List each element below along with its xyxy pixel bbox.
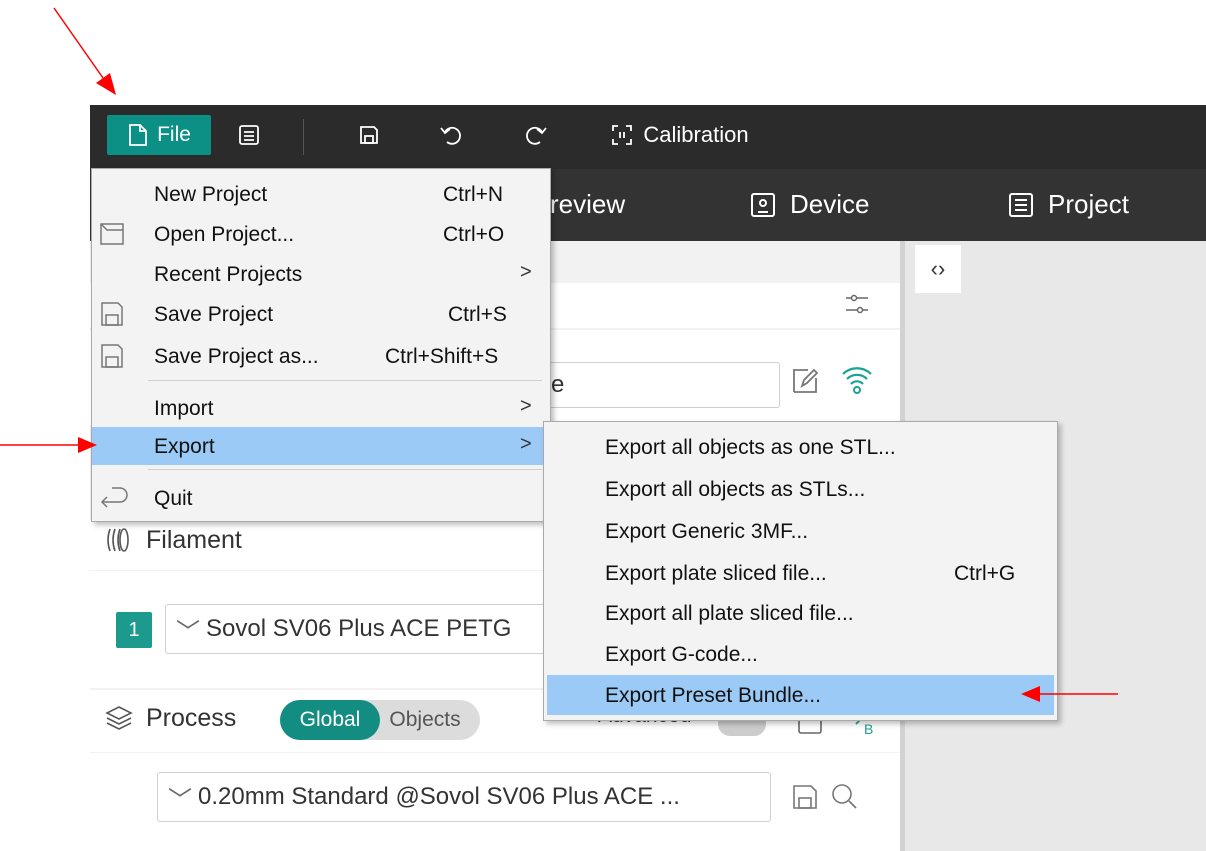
calibration-label: Calibration (643, 122, 749, 147)
filament-slot-badge[interactable]: 1 (116, 612, 152, 648)
folder-icon (100, 223, 124, 245)
quit-icon (100, 487, 128, 508)
menu-item-quit[interactable]: Quit (92, 479, 550, 517)
menu-item-label: Export all objects as one STL... (605, 436, 896, 459)
list-icon (239, 125, 259, 145)
menu-item-save-project-as[interactable]: Save Project as... Ctrl+Shift+S (92, 337, 550, 375)
menu-item-label: Export Generic 3MF... (605, 520, 809, 543)
menu-item-export-gcode[interactable]: Export G-code... (544, 635, 1057, 673)
toolbar-divider (303, 119, 304, 155)
menu-item-import[interactable]: Import > (92, 389, 550, 427)
submenu-arrow-icon: > (520, 261, 532, 283)
menu-item-recent-projects[interactable]: Recent Projects > (92, 255, 550, 293)
printer-preset-text: e (551, 371, 565, 398)
menu-divider (148, 380, 542, 381)
menu-item-open-project[interactable]: Open Project... Ctrl+O (92, 215, 550, 253)
toggle-global-option[interactable]: Global (280, 700, 380, 740)
tab-device[interactable]: Device (750, 189, 869, 220)
undo-button[interactable] (429, 115, 473, 155)
menu-item-export-preset-bundle[interactable]: Export Preset Bundle... (547, 675, 1054, 715)
search-icon[interactable] (828, 780, 860, 812)
menu-item-label: Export all plate sliced file... (605, 602, 854, 625)
process-title: Process (146, 703, 237, 732)
menu-item-new-project[interactable]: New Project Ctrl+N (92, 175, 550, 213)
project-icon (1009, 192, 1033, 217)
save-as-icon (101, 344, 123, 368)
submenu-arrow-icon: > (520, 433, 532, 455)
chevrons-icon: ‹› (930, 256, 946, 281)
filament-icon (107, 528, 129, 552)
wifi-icon[interactable] (840, 362, 874, 396)
layers-icon (105, 706, 133, 730)
filament-preset-text: Sovol SV06 Plus ACE PETG (206, 615, 512, 642)
toggle-objects-option[interactable]: Objects (375, 700, 475, 740)
tab-project-label: Project (1048, 189, 1129, 219)
menu-item-shortcut: Ctrl+Shift+S (385, 345, 499, 368)
submenu-arrow-icon: > (520, 395, 532, 417)
menu-item-label: New Project (154, 183, 268, 206)
annotation-arrow-export (0, 437, 97, 453)
menu-item-export-plate-sliced[interactable]: Export plate sliced file... Ctrl+G (544, 554, 1057, 592)
menu-item-save-project[interactable]: Save Project Ctrl+S (92, 295, 550, 333)
device-icon (751, 192, 775, 217)
menu-item-label: Save Project as... (154, 345, 319, 368)
menu-item-label: Export all objects as STLs... (605, 478, 866, 501)
chevron-down-icon: ﹀ (176, 618, 200, 646)
file-menu-label: File (157, 123, 191, 146)
file-icon (129, 124, 147, 146)
filament-title: Filament (146, 525, 242, 554)
menu-item-label: Export Preset Bundle... (605, 684, 821, 707)
menu-item-label: Quit (154, 487, 193, 510)
file-dropdown-menu: New Project Ctrl+N Open Project... Ctrl+… (91, 168, 551, 522)
export-submenu: Export all objects as one STL... Export … (543, 421, 1058, 721)
save-button[interactable] (347, 115, 391, 155)
process-preset-text: 0.20mm Standard @Sovol SV06 Plus ACE ... (198, 783, 680, 810)
undo-icon (440, 126, 461, 145)
save-preset-icon[interactable] (790, 782, 820, 812)
save-icon (360, 126, 378, 144)
svg-text:B: B (864, 721, 873, 736)
file-menu-button[interactable]: File (107, 115, 211, 155)
chevron-down-icon: ﹀ (168, 786, 192, 814)
filament-preset-combo[interactable]: ﹀ Sovol SV06 Plus ACE PETG (165, 604, 577, 654)
filament-section-title: Filament (104, 525, 242, 555)
tab-device-label: Device (790, 189, 870, 219)
collapse-sidebar-button[interactable]: ‹› (915, 245, 961, 293)
menu-item-export-all-plate-sliced[interactable]: Export all plate sliced file... (544, 594, 1057, 632)
calibration-button[interactable]: Calibration (595, 115, 765, 155)
menu-item-shortcut: Ctrl+N (443, 183, 504, 206)
calibration-icon (612, 125, 633, 145)
tab-preview[interactable]: review (550, 189, 625, 220)
menu-item-export-one-stl[interactable]: Export all objects as one STL... (544, 428, 1057, 466)
save-icon (101, 302, 123, 326)
menu-item-export-generic-3mf[interactable]: Export Generic 3MF... (544, 512, 1057, 550)
redo-icon (526, 126, 547, 145)
menu-divider (148, 469, 542, 470)
menu-item-label: Recent Projects (154, 263, 303, 286)
edit-icon[interactable] (790, 366, 820, 396)
tab-project[interactable]: Project (1008, 189, 1129, 220)
process-preset-combo[interactable]: ﹀ 0.20mm Standard @Sovol SV06 Plus ACE .… (157, 772, 771, 822)
menu-item-label: Export plate sliced file... (605, 562, 827, 585)
top-toolbar: File Calibration (90, 105, 1206, 169)
menu-item-label: Export G-code... (605, 643, 758, 666)
annotation-arrow-file (53, 7, 116, 95)
printer-preset-combo[interactable]: e (530, 362, 780, 408)
menu-item-export-stls[interactable]: Export all objects as STLs... (544, 470, 1057, 508)
menu-item-label: Save Project (154, 303, 274, 326)
menu-item-label: Open Project... (154, 223, 295, 246)
menu-item-shortcut: Ctrl+G (954, 562, 1016, 585)
menu-item-label: Import (154, 397, 214, 420)
menu-list-button[interactable] (227, 115, 271, 155)
process-section-title: Process (104, 703, 236, 733)
menu-item-export[interactable]: Export > (92, 427, 550, 465)
printer-settings-icon[interactable] (842, 289, 872, 319)
tab-preview-label: review (550, 189, 626, 219)
menu-item-shortcut: Ctrl+O (443, 223, 505, 246)
menu-item-label: Export (154, 435, 215, 458)
menu-item-shortcut: Ctrl+S (448, 303, 507, 326)
redo-button[interactable] (514, 115, 558, 155)
